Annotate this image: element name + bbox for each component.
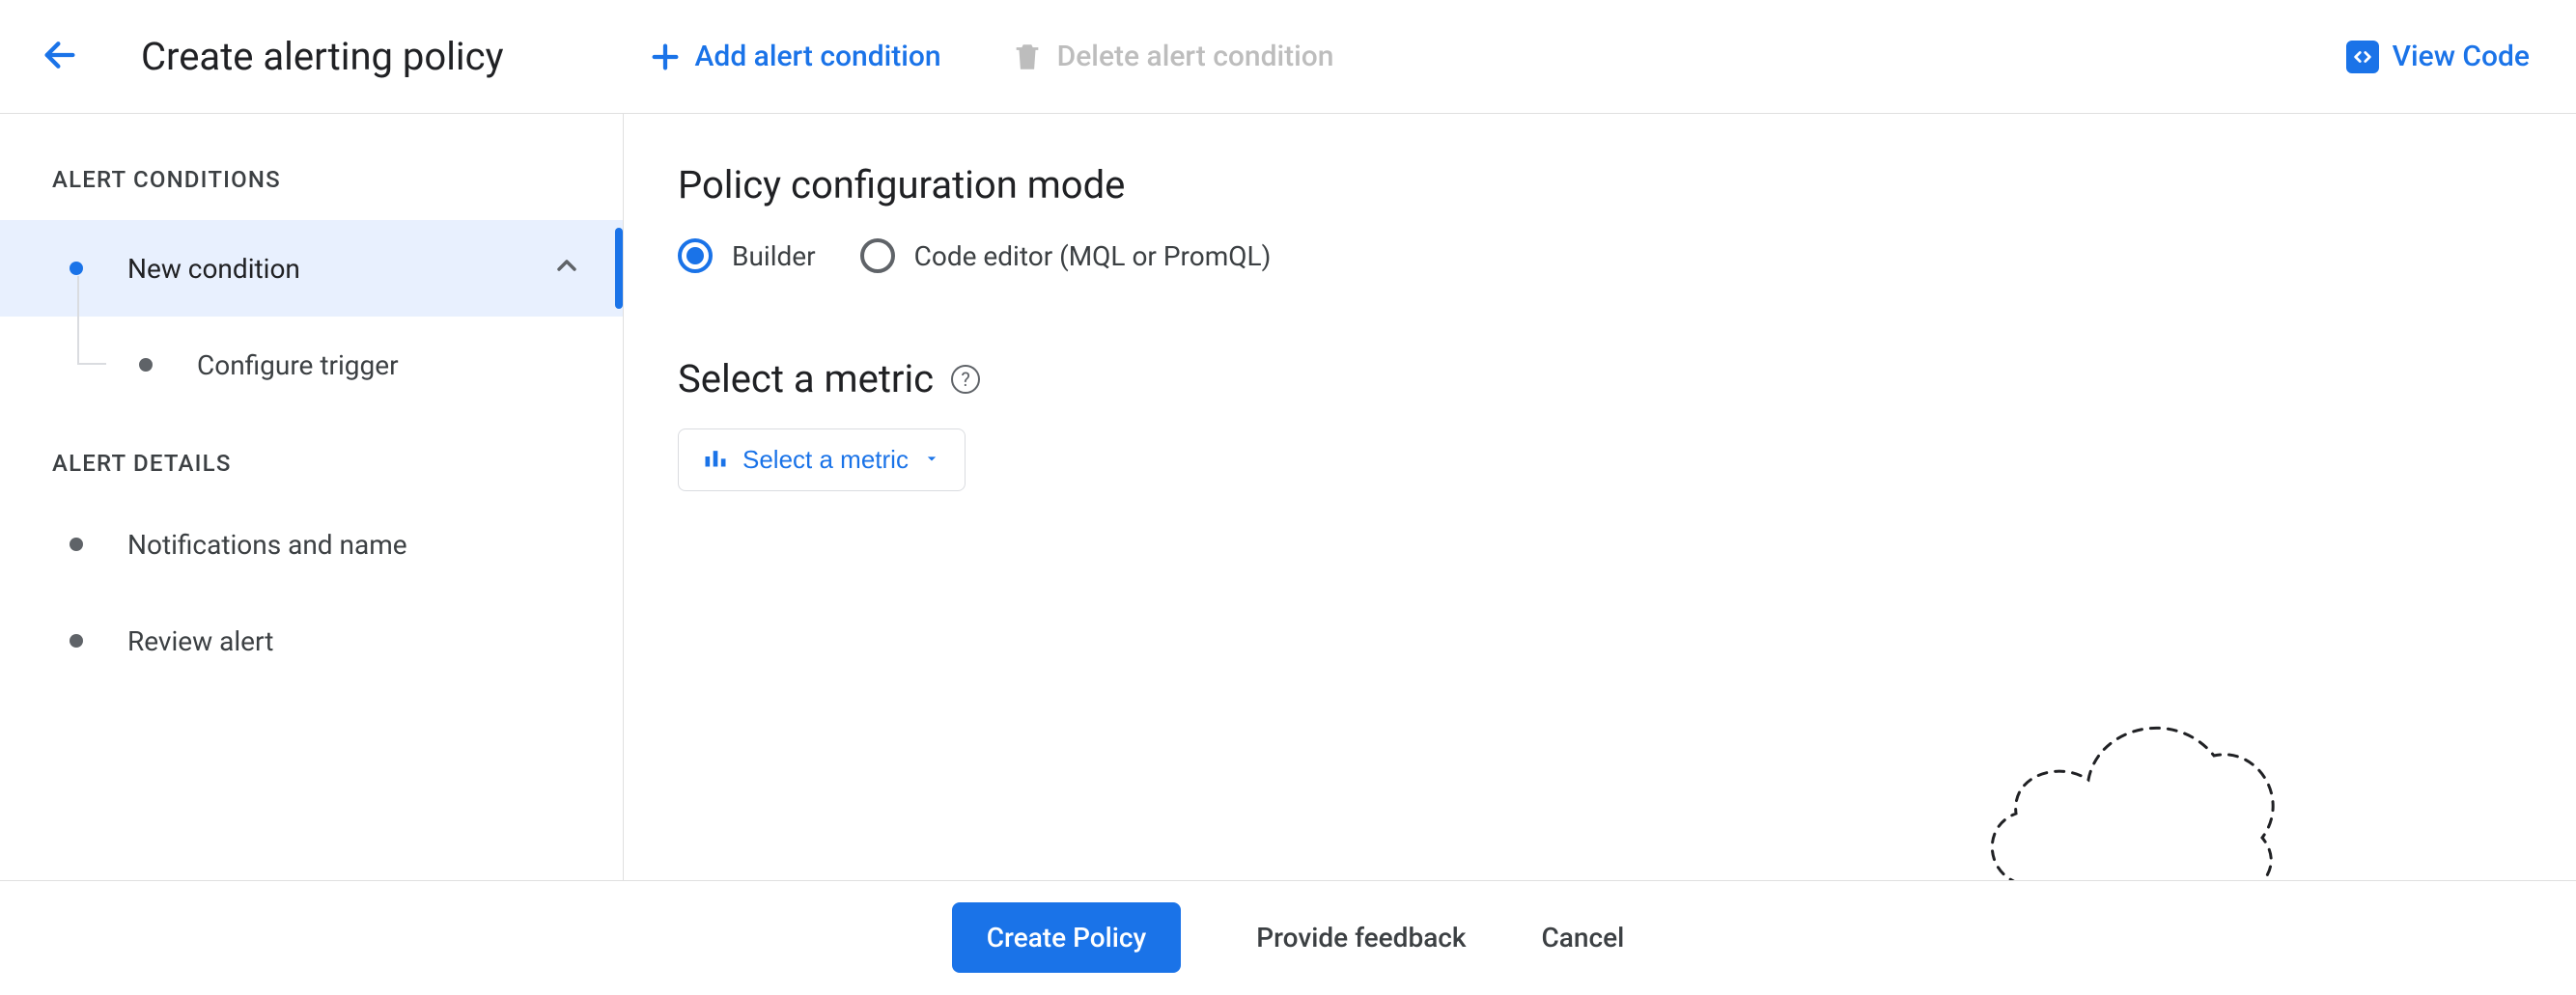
top-bar: Create alerting policy Add alert conditi… <box>0 0 2576 114</box>
cloud-illustration <box>1968 683 2286 880</box>
select-metric-heading: Select a metric <box>678 356 934 401</box>
delete-alert-condition-button: Delete alert condition <box>1011 40 1334 73</box>
config-mode-heading: Policy configuration mode <box>678 162 2522 207</box>
sidebar-subitem-configure-trigger[interactable]: Configure trigger <box>0 317 623 413</box>
view-code-label: View Code <box>2393 40 2530 73</box>
radio-code-editor-label: Code editor (MQL or PromQL) <box>914 240 1272 272</box>
bullet-icon <box>70 538 83 551</box>
help-icon[interactable]: ? <box>951 365 980 394</box>
arrow-left-icon <box>41 36 79 78</box>
delete-alert-condition-label: Delete alert condition <box>1057 40 1334 73</box>
radio-icon <box>678 238 713 273</box>
chevron-up-icon <box>551 250 582 288</box>
add-alert-condition-label: Add alert condition <box>695 40 941 73</box>
sidebar-item-label: New condition <box>127 253 300 285</box>
caret-down-icon <box>922 445 941 475</box>
config-mode-radio-group: Builder Code editor (MQL or PromQL) <box>678 238 2522 273</box>
select-metric-button[interactable]: Select a metric <box>678 428 966 491</box>
radio-builder-label: Builder <box>732 240 816 272</box>
body: ALERT CONDITIONS New condition Configure… <box>0 114 2576 880</box>
bullet-icon <box>70 262 83 275</box>
top-actions: Add alert condition Delete alert conditi… <box>649 40 1334 73</box>
sidebar-item-review-alert[interactable]: Review alert <box>0 593 623 689</box>
add-alert-condition-button[interactable]: Add alert condition <box>649 40 941 73</box>
view-code-button[interactable]: View Code <box>2346 40 2530 73</box>
sidebar-item-label: Review alert <box>127 625 273 657</box>
sidebar-item-notifications[interactable]: Notifications and name <box>0 496 623 593</box>
provide-feedback-button[interactable]: Provide feedback <box>1256 922 1466 954</box>
main-panel: Policy configuration mode Builder Code e… <box>624 114 2576 880</box>
bullet-icon <box>70 634 83 648</box>
code-icon <box>2346 41 2379 73</box>
footer-bar: Create Policy Provide feedback Cancel <box>0 880 2576 994</box>
create-policy-button[interactable]: Create Policy <box>952 902 1181 973</box>
select-metric-heading-row: Select a metric ? <box>678 356 2522 401</box>
trash-icon <box>1011 41 1044 73</box>
sidebar-section-conditions: ALERT CONDITIONS <box>0 166 623 220</box>
bar-chart-icon <box>702 443 729 477</box>
sidebar-section-details: ALERT DETAILS <box>0 413 623 496</box>
sidebar: ALERT CONDITIONS New condition Configure… <box>0 114 624 880</box>
back-button[interactable] <box>33 30 87 84</box>
radio-code-editor[interactable]: Code editor (MQL or PromQL) <box>860 238 1272 273</box>
radio-icon <box>860 238 895 273</box>
bullet-icon <box>139 358 153 372</box>
radio-builder[interactable]: Builder <box>678 238 816 273</box>
page-title: Create alerting policy <box>141 34 504 79</box>
cancel-button[interactable]: Cancel <box>1542 922 1625 954</box>
sidebar-subitem-label: Configure trigger <box>197 349 399 381</box>
select-metric-button-label: Select a metric <box>742 445 909 475</box>
plus-icon <box>649 41 682 73</box>
sidebar-item-label: Notifications and name <box>127 529 407 561</box>
